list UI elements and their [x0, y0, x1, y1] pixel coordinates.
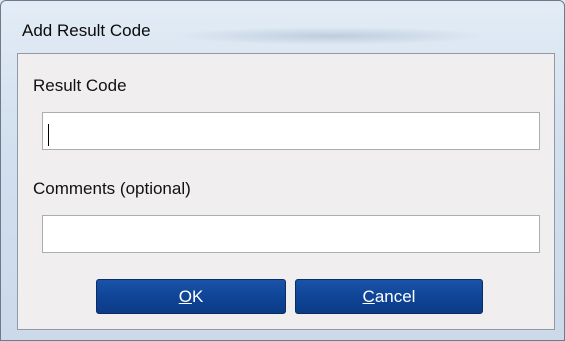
ok-mnemonic: O [178, 287, 192, 306]
ok-label-rest: K [191, 287, 204, 306]
dialog-body: Result Code Comments (optional) OK Cance… [17, 53, 555, 330]
cancel-mnemonic: C [362, 287, 375, 306]
cancel-button[interactable]: Cancel [295, 279, 483, 314]
dialog-window: Add Result Code Result Code Comments (op… [0, 0, 565, 341]
result-code-input[interactable] [42, 112, 540, 150]
comments-input[interactable] [42, 215, 540, 253]
text-caret [48, 124, 49, 146]
cancel-label-rest: ancel [374, 287, 416, 306]
window-title: Add Result Code [22, 21, 151, 40]
ok-button[interactable]: OK [96, 279, 286, 314]
comments-label: Comments (optional) [33, 179, 191, 198]
result-code-label: Result Code [33, 76, 127, 95]
title-bar[interactable]: Add Result Code [1, 1, 564, 53]
